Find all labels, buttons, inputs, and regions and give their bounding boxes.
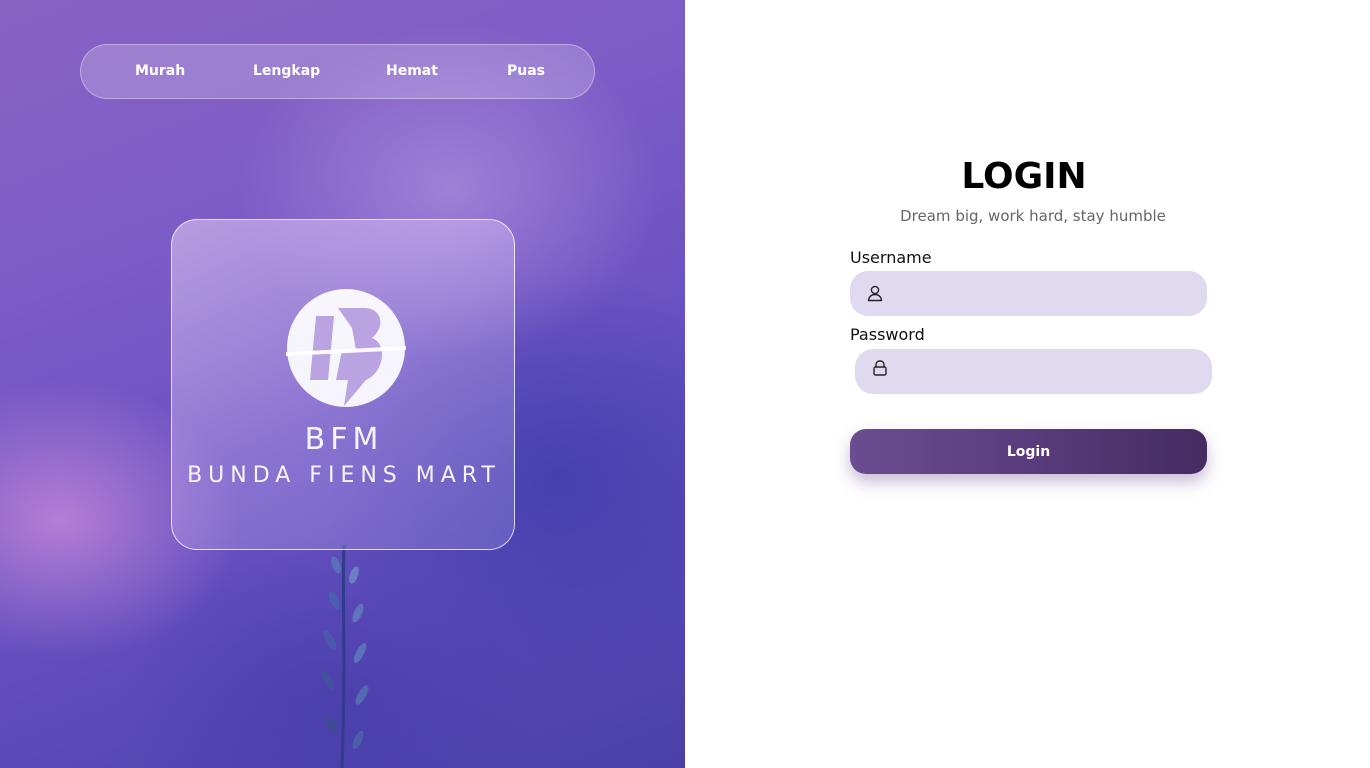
nav-item-puas[interactable]: Puas <box>507 63 545 79</box>
brand-abbreviation: BFM <box>304 422 384 457</box>
login-button[interactable]: Login <box>850 429 1207 474</box>
nav-item-murah[interactable]: Murah <box>135 63 185 79</box>
tagline: Dream big, work hard, stay humble <box>900 207 1166 225</box>
lock-icon <box>873 360 887 376</box>
password-input[interactable] <box>901 349 1198 394</box>
password-label: Password <box>850 325 925 344</box>
plant-stem-image <box>321 545 369 768</box>
brand-name: BUNDA FIENS MART <box>187 463 501 488</box>
username-input[interactable] <box>896 271 1193 316</box>
bfm-logo-icon <box>286 289 406 407</box>
hero-panel: Murah Lengkap Hemat Puas BFM BUNDA FIENS… <box>0 0 685 768</box>
username-field-container <box>850 271 1207 316</box>
brand-card: BFM BUNDA FIENS MART <box>171 219 515 550</box>
nav-item-lengkap[interactable]: Lengkap <box>253 63 320 79</box>
page-title: LOGIN <box>961 156 1087 197</box>
user-icon <box>867 285 883 302</box>
username-label: Username <box>850 248 932 267</box>
password-field-container <box>855 349 1212 394</box>
nav-item-hemat[interactable]: Hemat <box>386 63 438 79</box>
feature-nav: Murah Lengkap Hemat Puas <box>80 44 595 99</box>
